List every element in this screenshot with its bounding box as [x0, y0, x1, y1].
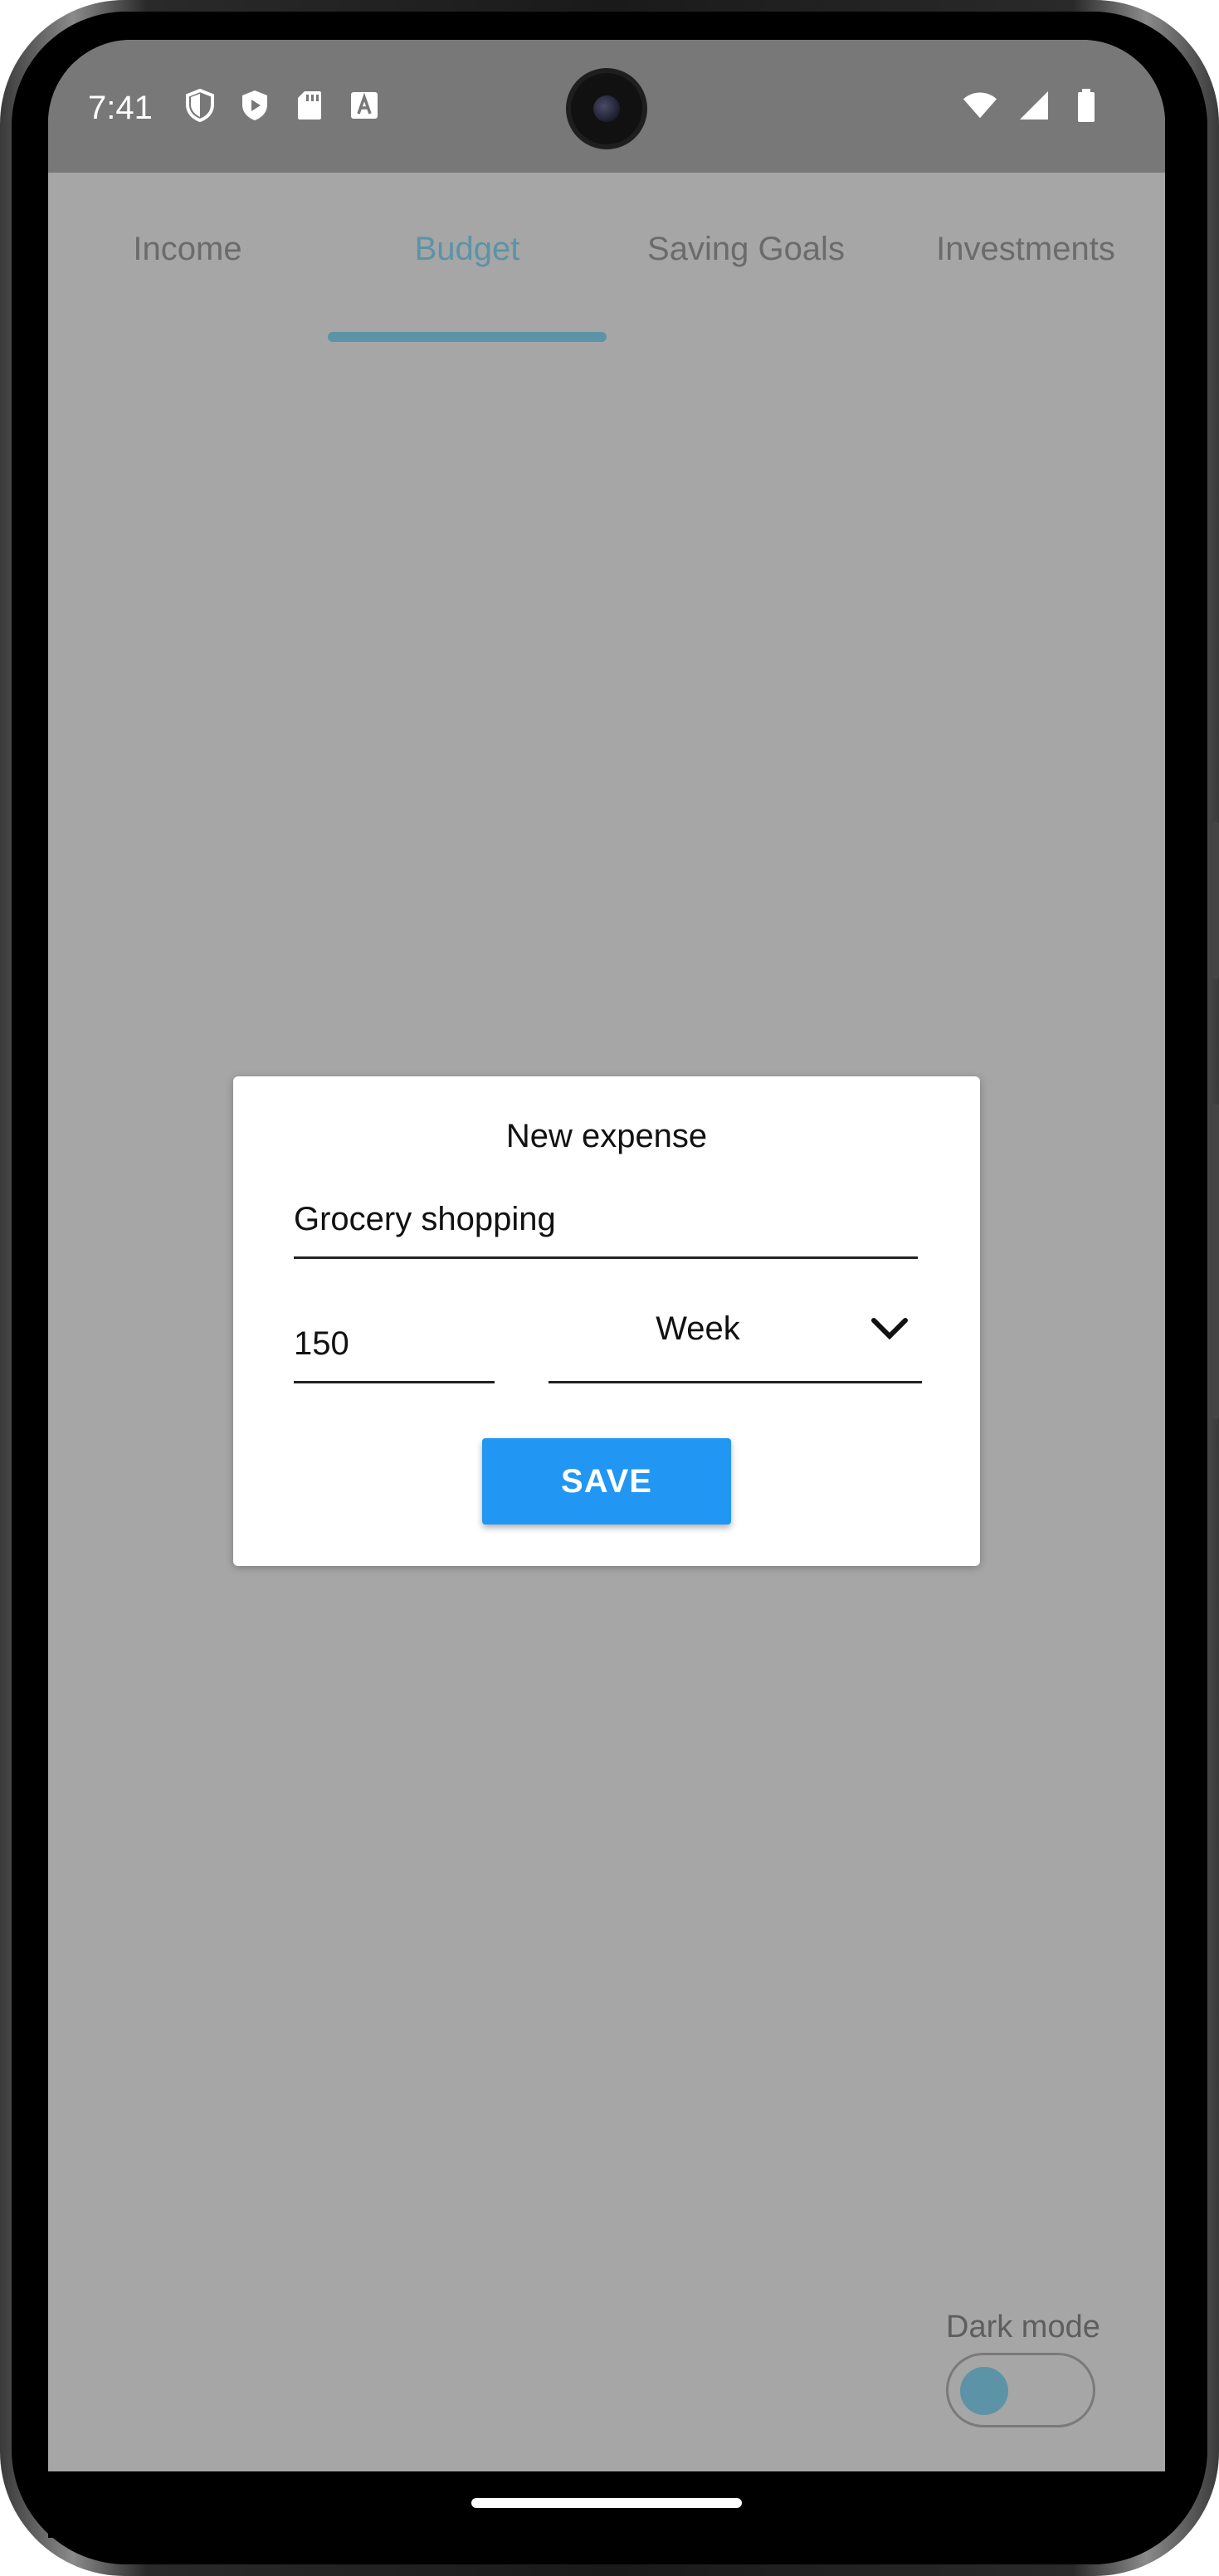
tab-income[interactable]: Income [48, 231, 327, 281]
volume-button [1212, 822, 1219, 979]
dark-mode-label: Dark mode [946, 2310, 1100, 2344]
chevron-down-icon [869, 1312, 910, 1345]
period-select-value: Week [656, 1310, 740, 1347]
power-button [1212, 1104, 1219, 1419]
battery-icon [1069, 88, 1104, 123]
tab-indicator [328, 332, 607, 342]
dialog-title: New expense [505, 1118, 708, 1154]
status-icons-right [963, 88, 1104, 123]
status-bar: 7:41 [48, 40, 1165, 173]
tab-investments[interactable]: Investments [886, 231, 1165, 281]
dark-mode-toggle[interactable] [946, 2353, 1095, 2427]
tab-budget[interactable]: Budget [328, 231, 607, 281]
period-select[interactable]: Week [549, 1310, 922, 1383]
shield-icon [183, 88, 217, 123]
expense-name-input[interactable] [294, 1201, 918, 1238]
status-time: 7:41 [88, 90, 153, 126]
tab-bar: Income Budget Saving Goals Investments [48, 173, 1165, 344]
wifi-icon [963, 88, 997, 123]
expense-name-field[interactable] [294, 1201, 918, 1259]
phone-frame: 7:41 Income Budget Saving Goals Investme… [0, 0, 1219, 2576]
toggle-knob [960, 2367, 1008, 2415]
front-camera [571, 73, 642, 144]
tab-saving-goals[interactable]: Saving Goals [607, 231, 885, 281]
sd-card-icon [292, 88, 327, 123]
signal-icon [1016, 88, 1051, 123]
screen: 7:41 Income Budget Saving Goals Investme… [48, 40, 1165, 2471]
font-a-icon [347, 88, 382, 123]
home-gesture-handle[interactable] [471, 2498, 742, 2508]
expense-amount-field[interactable] [294, 1325, 495, 1383]
play-protect-icon [237, 88, 272, 123]
status-icons-left [183, 88, 382, 123]
new-expense-dialog: New expense Week SAVE [233, 1076, 980, 1566]
save-button[interactable]: SAVE [482, 1438, 731, 1525]
navigation-bar [48, 2471, 1165, 2538]
expense-amount-input[interactable] [294, 1325, 495, 1363]
